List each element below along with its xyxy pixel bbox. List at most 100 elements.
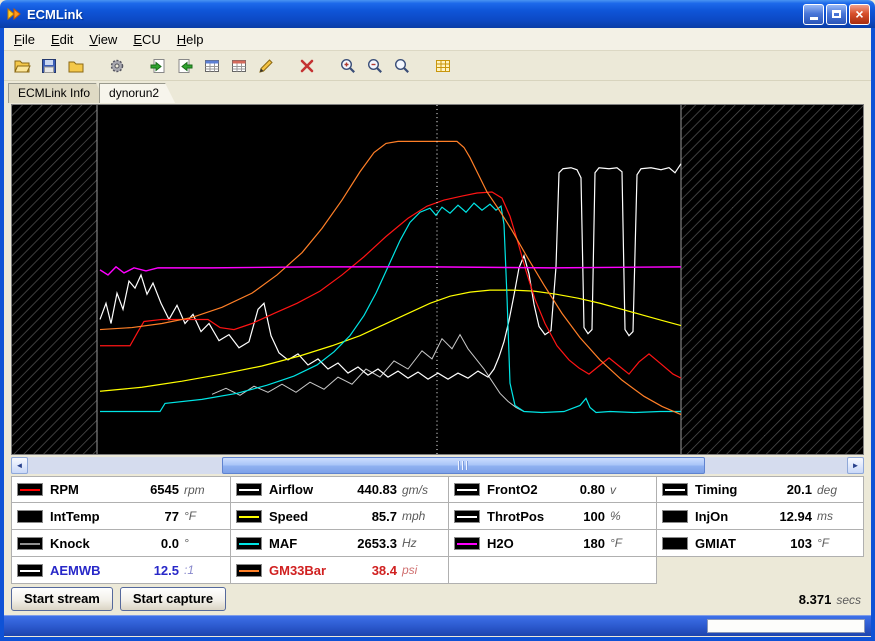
zoom-out-button[interactable] — [362, 53, 387, 78]
gauge-value: 2653.3 — [357, 536, 397, 551]
gauge-cell-blank — [657, 557, 864, 584]
gauge-grid: RPM6545rpmAirflow440.83gm/sFrontO20.80vT… — [11, 476, 864, 584]
toolbar-separator — [280, 65, 292, 66]
gauge-cell-inttemp[interactable]: IntTemp77°F — [11, 503, 231, 530]
minimize-button[interactable] — [803, 4, 824, 25]
titlebar[interactable]: ECMLink × — [0, 0, 875, 28]
gauge-value: 20.1 — [787, 482, 812, 497]
delete-button[interactable] — [294, 53, 319, 78]
menu-help[interactable]: Help — [169, 29, 212, 50]
gauge-value: 12.5 — [154, 563, 179, 578]
gauge-name: Speed — [269, 509, 308, 524]
tab-dynorun2[interactable]: dynorun2 — [99, 83, 175, 103]
gauge-unit: % — [610, 509, 650, 523]
start-stream-button[interactable]: Start stream — [11, 587, 113, 611]
gauge-value: 12.94 — [779, 509, 812, 524]
table-view-2-button[interactable] — [226, 53, 251, 78]
gauge-cell-timing[interactable]: Timing20.1deg — [657, 476, 864, 503]
action-row: Start stream Start capture 8.371 secs — [4, 584, 871, 614]
zoom-in-button[interactable] — [335, 53, 360, 78]
gauge-value: 85.7 — [372, 509, 397, 524]
gauge-cell-speed[interactable]: Speed85.7mph — [231, 503, 449, 530]
screen: ECMLink × File Edit View ECU Help — [0, 0, 875, 641]
gauge-cell-h2o[interactable]: H2O180°F — [449, 530, 657, 557]
gauge-value: 180 — [583, 536, 605, 551]
pencil-icon — [257, 57, 275, 75]
gauge-cell-fronto2[interactable]: FrontO20.80v — [449, 476, 657, 503]
gauge-name: RPM — [50, 482, 79, 497]
folder-button[interactable] — [63, 53, 88, 78]
start-capture-button[interactable]: Start capture — [120, 587, 226, 611]
zoom-out-icon — [366, 57, 384, 75]
table-2-icon — [230, 57, 248, 75]
delete-x-icon — [298, 57, 316, 75]
gauge-unit: deg — [817, 483, 857, 497]
open-button[interactable] — [9, 53, 34, 78]
gauge-name: H2O — [487, 536, 514, 551]
ecmlink-window: ECMLink × File Edit View ECU Help — [0, 0, 875, 641]
offscreen-left-hatch — [12, 105, 97, 454]
gauge-unit: ° — [184, 536, 224, 550]
trace-color-swatch — [236, 564, 262, 577]
h-scrollbar[interactable]: ◄ ► — [11, 457, 864, 474]
gauge-cell-maf[interactable]: MAF2653.3Hz — [231, 530, 449, 557]
zoom-fit-button[interactable] — [389, 53, 414, 78]
elapsed-unit: secs — [836, 593, 861, 607]
elapsed-time: 8.371 secs — [799, 592, 861, 607]
gauge-name: FrontO2 — [487, 482, 538, 497]
close-button[interactable]: × — [849, 4, 870, 25]
trace-color-swatch — [17, 510, 43, 523]
device-settings-button[interactable] — [104, 53, 129, 78]
gauge-unit: °F — [817, 536, 857, 550]
gauge-cell-airflow[interactable]: Airflow440.83gm/s — [231, 476, 449, 503]
offscreen-right-hatch — [681, 105, 863, 454]
gauge-cell-gmiat[interactable]: GMIAT103°F — [657, 530, 864, 557]
gauge-unit: psi — [402, 563, 442, 577]
gauge-value: 100 — [583, 509, 605, 524]
gauge-unit: rpm — [184, 483, 224, 497]
gauge-cell-aemwb[interactable]: AEMWB12.5:1 — [11, 557, 231, 584]
scroll-thumb[interactable] — [222, 457, 705, 474]
tab-ecmlink-info[interactable]: ECMLink Info — [8, 83, 106, 103]
gauge-cell-rpm[interactable]: RPM6545rpm — [11, 476, 231, 503]
table-view-button[interactable] — [199, 53, 224, 78]
trace-color-swatch — [454, 537, 480, 550]
trace-plot[interactable] — [12, 105, 863, 454]
import-arrow-icon — [149, 57, 167, 75]
zoom-in-icon — [339, 57, 357, 75]
menu-ecu[interactable]: ECU — [125, 29, 168, 50]
gauge-cell-knock[interactable]: Knock0.0° — [11, 530, 231, 557]
save-icon — [40, 57, 58, 75]
toolbar-separator — [131, 65, 143, 66]
trace-color-swatch — [236, 510, 262, 523]
gauge-name: GM33Bar — [269, 563, 326, 578]
grid-view-button[interactable] — [430, 53, 455, 78]
export-button[interactable] — [172, 53, 197, 78]
edit-notes-button[interactable] — [253, 53, 278, 78]
gauge-value: 38.4 — [372, 563, 397, 578]
export-arrow-icon — [176, 57, 194, 75]
trace-color-swatch — [17, 483, 43, 496]
maximize-button[interactable] — [826, 4, 847, 25]
gauge-cell-injon[interactable]: InjOn12.94ms — [657, 503, 864, 530]
elapsed-value: 8.371 — [799, 592, 832, 607]
window-title: ECMLink — [27, 7, 803, 22]
menu-view[interactable]: View — [81, 29, 125, 50]
trace-color-swatch — [17, 537, 43, 550]
scroll-right-button[interactable]: ► — [847, 457, 864, 474]
gauge-value: 440.83 — [357, 482, 397, 497]
scroll-left-button[interactable]: ◄ — [11, 457, 28, 474]
scroll-track[interactable] — [28, 457, 847, 474]
tab-bar: ECMLink Info dynorun2 — [4, 81, 871, 103]
toolbar-separator — [416, 65, 428, 66]
window-frame: File Edit View ECU Help — [0, 28, 875, 641]
gauge-cell-throtpos[interactable]: ThrotPos100% — [449, 503, 657, 530]
gauge-name: InjOn — [695, 509, 728, 524]
maximize-icon — [832, 10, 841, 18]
gauge-cell-gm33bar[interactable]: GM33Bar 38.4 psi — [231, 557, 449, 584]
menu-file[interactable]: File — [6, 29, 43, 50]
menu-edit[interactable]: Edit — [43, 29, 81, 50]
import-button[interactable] — [145, 53, 170, 78]
save-button[interactable] — [36, 53, 61, 78]
trace-color-swatch — [662, 510, 688, 523]
